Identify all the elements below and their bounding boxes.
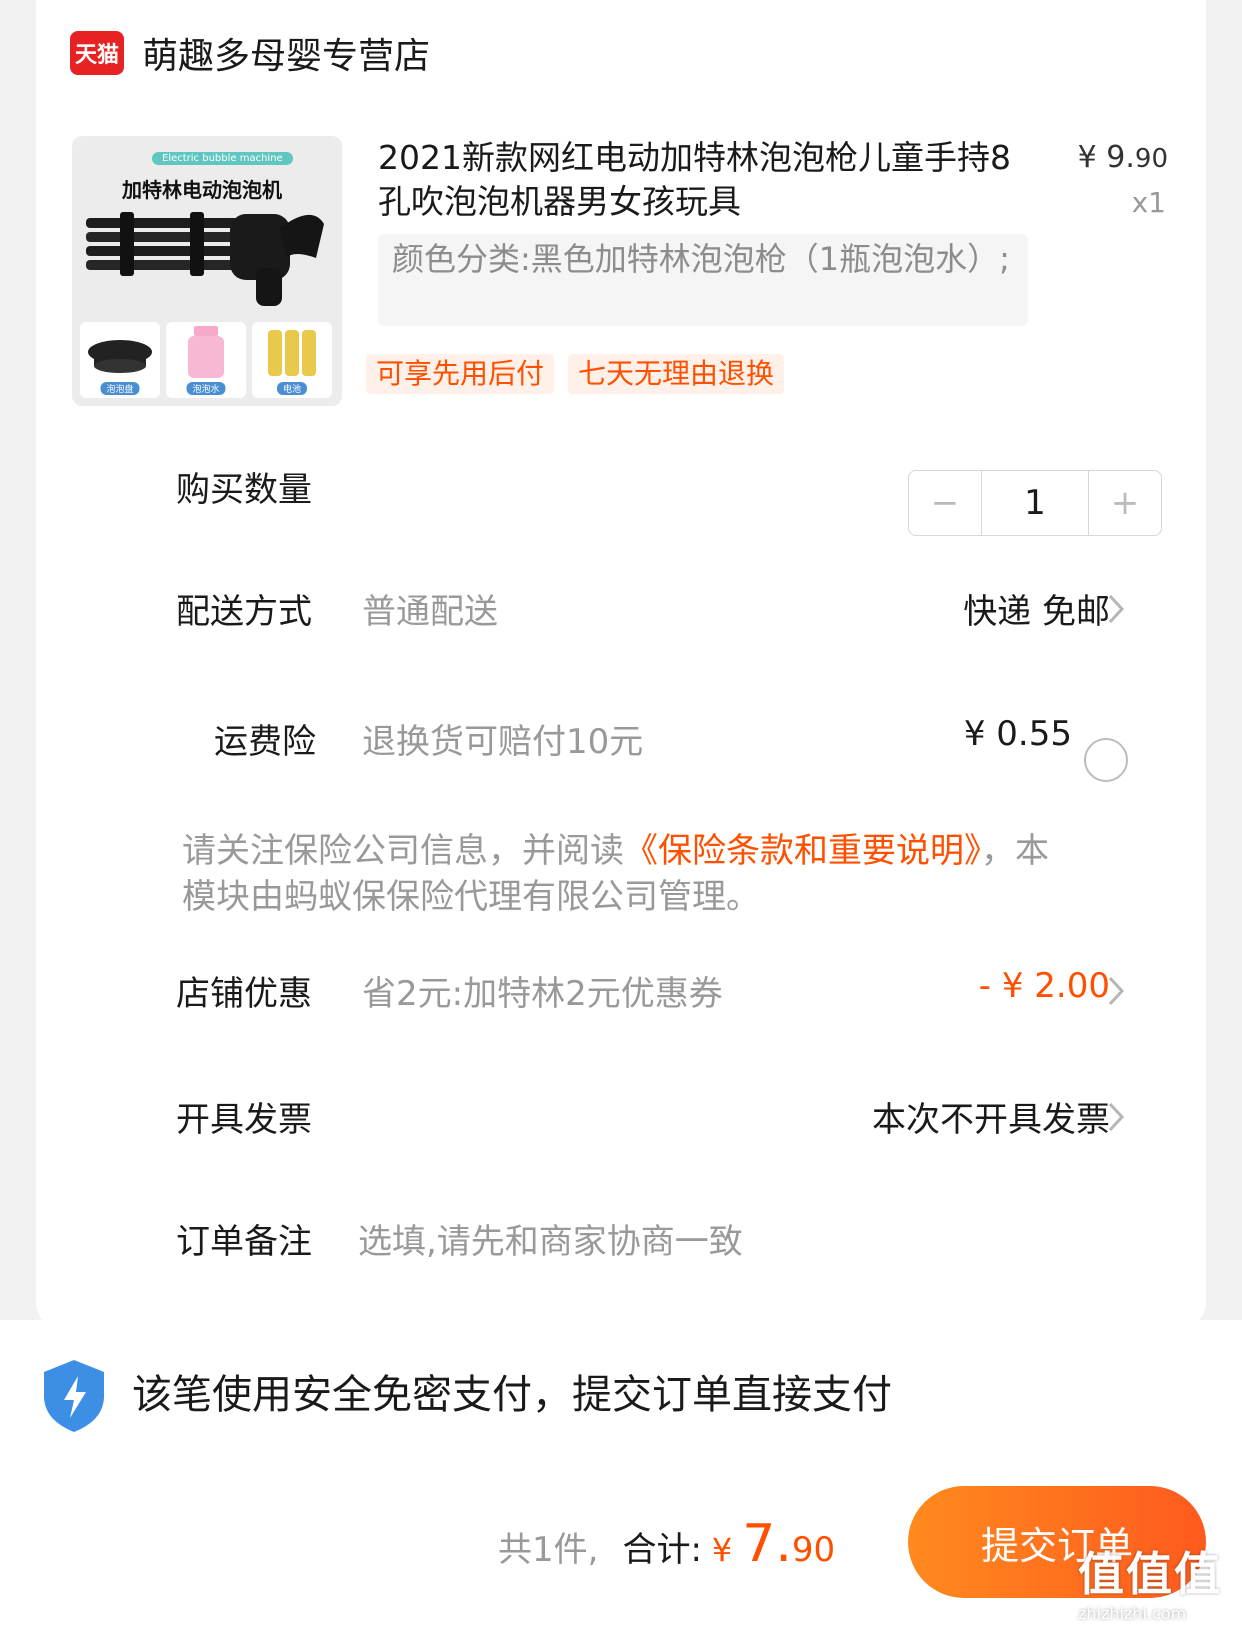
checkout-bar: 该笔使用安全免密支付，提交订单直接支付 共1件, 合计: ¥ 7. 90 提交订单… <box>0 1320 1242 1626</box>
accessory-tray: 泡泡盘 <box>80 322 160 398</box>
accessory-battery: 电池 <box>252 322 332 398</box>
total-label: 合计: <box>622 1530 702 1570</box>
product-thumbnail[interactable]: Electric bubble machine 加特林电动泡泡机 泡泡盘 泡泡水… <box>72 136 342 406</box>
accessory-label: 泡泡盘 <box>100 382 140 395</box>
unit-price: ¥ 9.90 <box>1078 140 1168 175</box>
price-int: 9. <box>1106 140 1135 175</box>
insurance-radio[interactable] <box>1084 738 1128 782</box>
increment-button[interactable]: + <box>1089 471 1161 535</box>
insurance-terms-link[interactable]: 《保险条款和重要说明》 <box>624 831 981 871</box>
item-quantity: x1 <box>1131 186 1166 219</box>
accessory-bottle: 泡泡水 <box>166 322 246 398</box>
decrement-button[interactable]: − <box>909 471 981 535</box>
price-dec: 90 <box>1134 144 1168 174</box>
delivery-label: 配送方式 <box>176 592 312 632</box>
remark-input[interactable]: 选填,请先和商家协商一致 <box>358 1214 743 1263</box>
notice-text: 请关注保险公司信息，并阅读 <box>182 831 624 871</box>
bubble-gun-image <box>86 212 324 306</box>
insurance-notice: 请关注保险公司信息，并阅读《保险条款和重要说明》，本模块由蚂蚁保保险代理有限公司… <box>182 828 1062 920</box>
delivery-value: 快递 免邮 <box>963 592 1110 632</box>
discount-desc: 省2元:加特林2元优惠券 <box>362 974 723 1014</box>
discount-label: 店铺优惠 <box>176 974 312 1014</box>
tag-pay-later: 可享先用后付 <box>366 354 555 394</box>
price-symbol: ¥ <box>1077 140 1097 175</box>
remark-label: 订单备注 <box>176 1222 312 1262</box>
insurance-price: ¥ 0.55 <box>963 714 1072 754</box>
invoice-value: 本次不开具发票 <box>872 1100 1110 1140</box>
total-currency: ¥ <box>711 1531 733 1569</box>
tmall-logo-icon: 天猫 <box>70 31 124 75</box>
item-count: 共1件, <box>498 1530 599 1570</box>
shop-header[interactable]: 天猫 萌趣多母婴专营店 <box>70 28 430 78</box>
spec-text: 颜色分类:黑色加特林泡泡枪（1瓶泡泡水）; <box>392 240 1010 278</box>
security-shield-icon <box>44 1360 104 1432</box>
chevron-right-icon <box>1108 594 1125 624</box>
secure-payment-text: 该笔使用安全免密支付，提交订单直接支付 <box>132 1372 892 1418</box>
tag-seven-day-return: 七天无理由退换 <box>568 354 785 394</box>
accessory-label: 电池 <box>276 382 308 395</box>
total-dec: 90 <box>791 1530 836 1570</box>
chevron-right-icon <box>1108 1102 1125 1132</box>
product-title[interactable]: 2021新款网红电动加特林泡泡枪儿童手持8孔吹泡泡机器男女孩玩具 <box>378 136 1018 224</box>
image-tag-en: Electric bubble machine <box>152 152 293 165</box>
watermark-url: zhizhizhi.com <box>1078 1604 1187 1623</box>
invoice-label: 开具发票 <box>176 1100 312 1140</box>
accessory-label: 泡泡水 <box>186 382 226 395</box>
tray-icon <box>88 340 152 373</box>
battery-icon <box>268 330 316 376</box>
delivery-method: 普通配送 <box>362 592 498 632</box>
quantity-input[interactable]: 1 <box>981 471 1089 535</box>
quantity-label: 购买数量 <box>176 470 312 510</box>
spec-box[interactable]: 颜色分类:黑色加特林泡泡枪（1瓶泡泡水）; <box>378 234 1028 326</box>
chevron-right-icon <box>1108 976 1125 1006</box>
watermark: 值值值 zhizhizhi.com <box>1078 1538 1228 1623</box>
insurance-desc: 退换货可赔付10元 <box>362 722 644 762</box>
order-summary: 共1件, 合计: ¥ 7. 90 <box>498 1514 835 1574</box>
total-int: 7. <box>742 1514 792 1574</box>
quantity-stepper: − 1 + <box>908 470 1162 536</box>
discount-value: - ¥ 2.00 <box>978 966 1110 1006</box>
order-card: 天猫 萌趣多母婴专营店 Electric bubble machine 加特林电… <box>36 0 1206 1330</box>
watermark-logo: 值值值 <box>1078 1547 1222 1601</box>
bottle-icon <box>188 326 224 378</box>
insurance-label: 运费险 <box>214 722 316 762</box>
shop-name: 萌趣多母婴专营店 <box>142 36 431 77</box>
